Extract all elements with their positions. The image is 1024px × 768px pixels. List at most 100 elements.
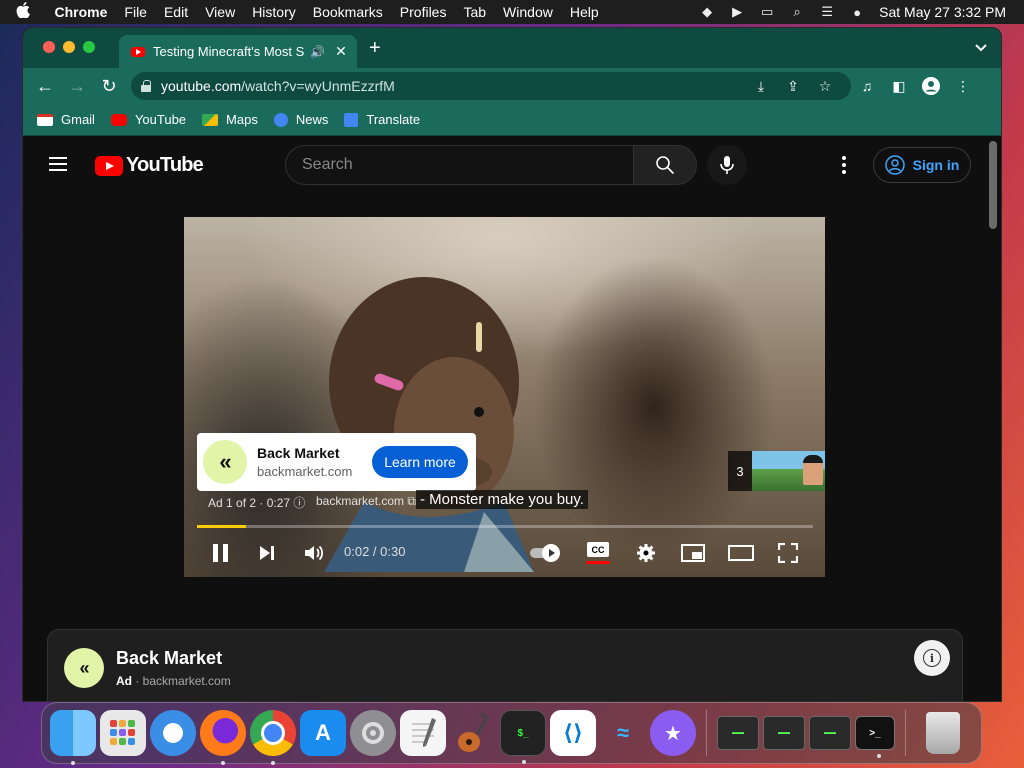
progress-bar[interactable] bbox=[197, 525, 813, 528]
address-bar[interactable]: youtube.com/watch?v=wyUnmEzzrfM ⤓ ⇪ ☆ bbox=[131, 72, 851, 100]
new-tab-button[interactable]: + bbox=[369, 38, 381, 58]
active-tab[interactable]: Testing Minecraft's Most S 🔊 ✕ bbox=[119, 35, 357, 68]
settings-button[interactable] bbox=[634, 535, 658, 571]
forward-button[interactable]: → bbox=[61, 72, 93, 100]
menu-view[interactable]: View bbox=[197, 4, 244, 20]
dolphin-emulator-icon[interactable]: ≈ bbox=[600, 710, 646, 756]
textedit-icon[interactable] bbox=[400, 710, 446, 756]
menu-file[interactable]: File bbox=[116, 4, 156, 20]
companion-ad-domain: Ad · backmarket.com bbox=[116, 674, 231, 688]
fullscreen-button[interactable] bbox=[776, 535, 800, 571]
reload-button[interactable]: ↻ bbox=[93, 72, 125, 100]
bookmark-maps[interactable]: Maps bbox=[202, 112, 258, 127]
dock-separator bbox=[905, 710, 906, 756]
search-input[interactable]: Search bbox=[285, 145, 635, 185]
youtube-page: YouTube Search Sign in « Back Market bac… bbox=[23, 137, 1001, 701]
macos-menubar: Chrome File Edit View History Bookmarks … bbox=[0, 0, 1024, 24]
safari-icon[interactable] bbox=[150, 710, 196, 756]
gear-icon bbox=[637, 544, 655, 562]
menubar-clock[interactable]: Sat May 27 3:32 PM bbox=[879, 4, 1006, 20]
next-button[interactable] bbox=[254, 535, 280, 571]
search-button[interactable] bbox=[633, 145, 697, 185]
minimized-window-3-icon[interactable]: ▬▬ bbox=[809, 716, 851, 750]
tab-audio-icon[interactable]: 🔊 bbox=[310, 45, 325, 59]
minimized-terminal-icon[interactable]: >_ bbox=[855, 716, 895, 758]
zoom-window-button[interactable] bbox=[83, 41, 95, 53]
youtube-logo[interactable]: YouTube bbox=[95, 154, 204, 177]
voice-search-button[interactable] bbox=[707, 145, 747, 185]
close-window-button[interactable] bbox=[43, 41, 55, 53]
menu-history[interactable]: History bbox=[244, 4, 305, 20]
ad-visit-link[interactable]: backmarket.com ⧉ bbox=[316, 494, 416, 509]
system-settings-icon[interactable] bbox=[350, 710, 396, 756]
ad-badge-info[interactable]: Ad 1 of 2 · 0:27 ⓘ bbox=[208, 494, 305, 511]
search-icon bbox=[656, 156, 675, 175]
menu-profiles[interactable]: Profiles bbox=[391, 4, 455, 20]
chrome-icon[interactable] bbox=[250, 710, 296, 765]
mute-button[interactable] bbox=[300, 535, 328, 571]
dock-separator bbox=[706, 710, 707, 756]
menu-bookmarks[interactable]: Bookmarks bbox=[304, 4, 391, 20]
fullscreen-icon bbox=[778, 543, 798, 563]
install-app-icon[interactable]: ⤓ bbox=[745, 78, 777, 95]
firefox-icon[interactable] bbox=[200, 710, 246, 765]
microphone-icon bbox=[720, 156, 734, 174]
launchpad-icon[interactable] bbox=[100, 710, 146, 756]
autoplay-toggle[interactable] bbox=[530, 544, 562, 562]
companion-advertiser-name[interactable]: Back Market bbox=[116, 648, 222, 669]
app-store-icon[interactable]: A bbox=[300, 710, 346, 756]
chrome-menu-icon[interactable]: ⋮ bbox=[947, 72, 979, 100]
menu-window[interactable]: Window bbox=[495, 4, 562, 20]
siri-icon[interactable]: ● bbox=[849, 5, 865, 20]
pause-button[interactable] bbox=[206, 535, 234, 571]
bookmark-star-icon[interactable]: ☆ bbox=[809, 78, 841, 95]
minimize-window-button[interactable] bbox=[63, 41, 75, 53]
up-next-ad-preview[interactable]: 3 bbox=[728, 451, 825, 491]
back-button[interactable]: ← bbox=[29, 72, 61, 100]
bookmark-gmail[interactable]: Gmail bbox=[37, 112, 95, 127]
trash-icon[interactable] bbox=[926, 712, 960, 754]
learn-more-button[interactable]: Learn more bbox=[372, 446, 468, 478]
page-scrollbar[interactable] bbox=[989, 141, 997, 229]
vscode-icon[interactable]: ⟨⟩ bbox=[550, 710, 596, 756]
terminal-app-icon[interactable]: $_ bbox=[500, 710, 546, 764]
screen-mirroring-icon[interactable]: ▭ bbox=[759, 4, 775, 19]
menu-help[interactable]: Help bbox=[561, 4, 607, 20]
side-panel-icon[interactable]: ◧ bbox=[883, 72, 915, 100]
finder-icon[interactable] bbox=[50, 710, 96, 765]
youtube-wordmark: YouTube bbox=[126, 154, 204, 176]
sign-in-button[interactable]: Sign in bbox=[873, 147, 971, 183]
minimized-window-1-icon[interactable]: ▬▬ bbox=[717, 716, 759, 750]
extension-tray-icon[interactable]: ◆ bbox=[699, 4, 715, 19]
minimized-window-2-icon[interactable]: ▬▬ bbox=[763, 716, 805, 750]
menu-edit[interactable]: Edit bbox=[155, 4, 196, 20]
miniplayer-button[interactable] bbox=[680, 535, 706, 571]
imovie-icon[interactable]: ★ bbox=[650, 710, 696, 756]
tab-close-icon[interactable]: ✕ bbox=[333, 43, 349, 60]
settings-kebab-icon[interactable] bbox=[835, 153, 853, 177]
url-text[interactable]: youtube.com/watch?v=wyUnmEzzrfM bbox=[161, 78, 745, 94]
bookmark-translate[interactable]: Translate bbox=[344, 112, 420, 127]
guide-menu-icon[interactable] bbox=[49, 157, 67, 171]
ad-info-button[interactable]: i bbox=[914, 640, 950, 676]
spotlight-search-icon[interactable]: ⌕ bbox=[789, 4, 805, 19]
lock-icon[interactable] bbox=[141, 80, 151, 92]
tab-search-chevron-icon[interactable] bbox=[975, 40, 987, 55]
menu-tab[interactable]: Tab bbox=[455, 4, 495, 20]
share-icon[interactable]: ⇪ bbox=[777, 78, 809, 95]
menu-chrome[interactable]: Chrome bbox=[46, 4, 116, 20]
control-center-icon[interactable]: ☰ bbox=[819, 4, 835, 19]
garageband-icon[interactable] bbox=[450, 710, 496, 756]
captions-button[interactable]: CC bbox=[586, 535, 610, 571]
bookmark-news[interactable]: News bbox=[273, 112, 328, 127]
media-controls-icon[interactable]: ♫ bbox=[851, 72, 883, 100]
apple-menu-icon[interactable] bbox=[0, 1, 46, 23]
companion-ad-panel[interactable]: « Back Market Ad · backmarket.com i bbox=[47, 629, 963, 701]
profile-icon[interactable] bbox=[915, 72, 947, 100]
youtube-favicon-icon bbox=[131, 46, 145, 57]
video-player[interactable]: « Back Market backmarket.com Learn more … bbox=[184, 217, 825, 577]
media-play-icon[interactable]: ▶ bbox=[729, 4, 745, 19]
bookmark-youtube[interactable]: YouTube bbox=[110, 112, 186, 127]
theater-mode-button[interactable] bbox=[728, 535, 754, 571]
ad-overlay-card[interactable]: « Back Market backmarket.com Learn more bbox=[197, 433, 476, 491]
